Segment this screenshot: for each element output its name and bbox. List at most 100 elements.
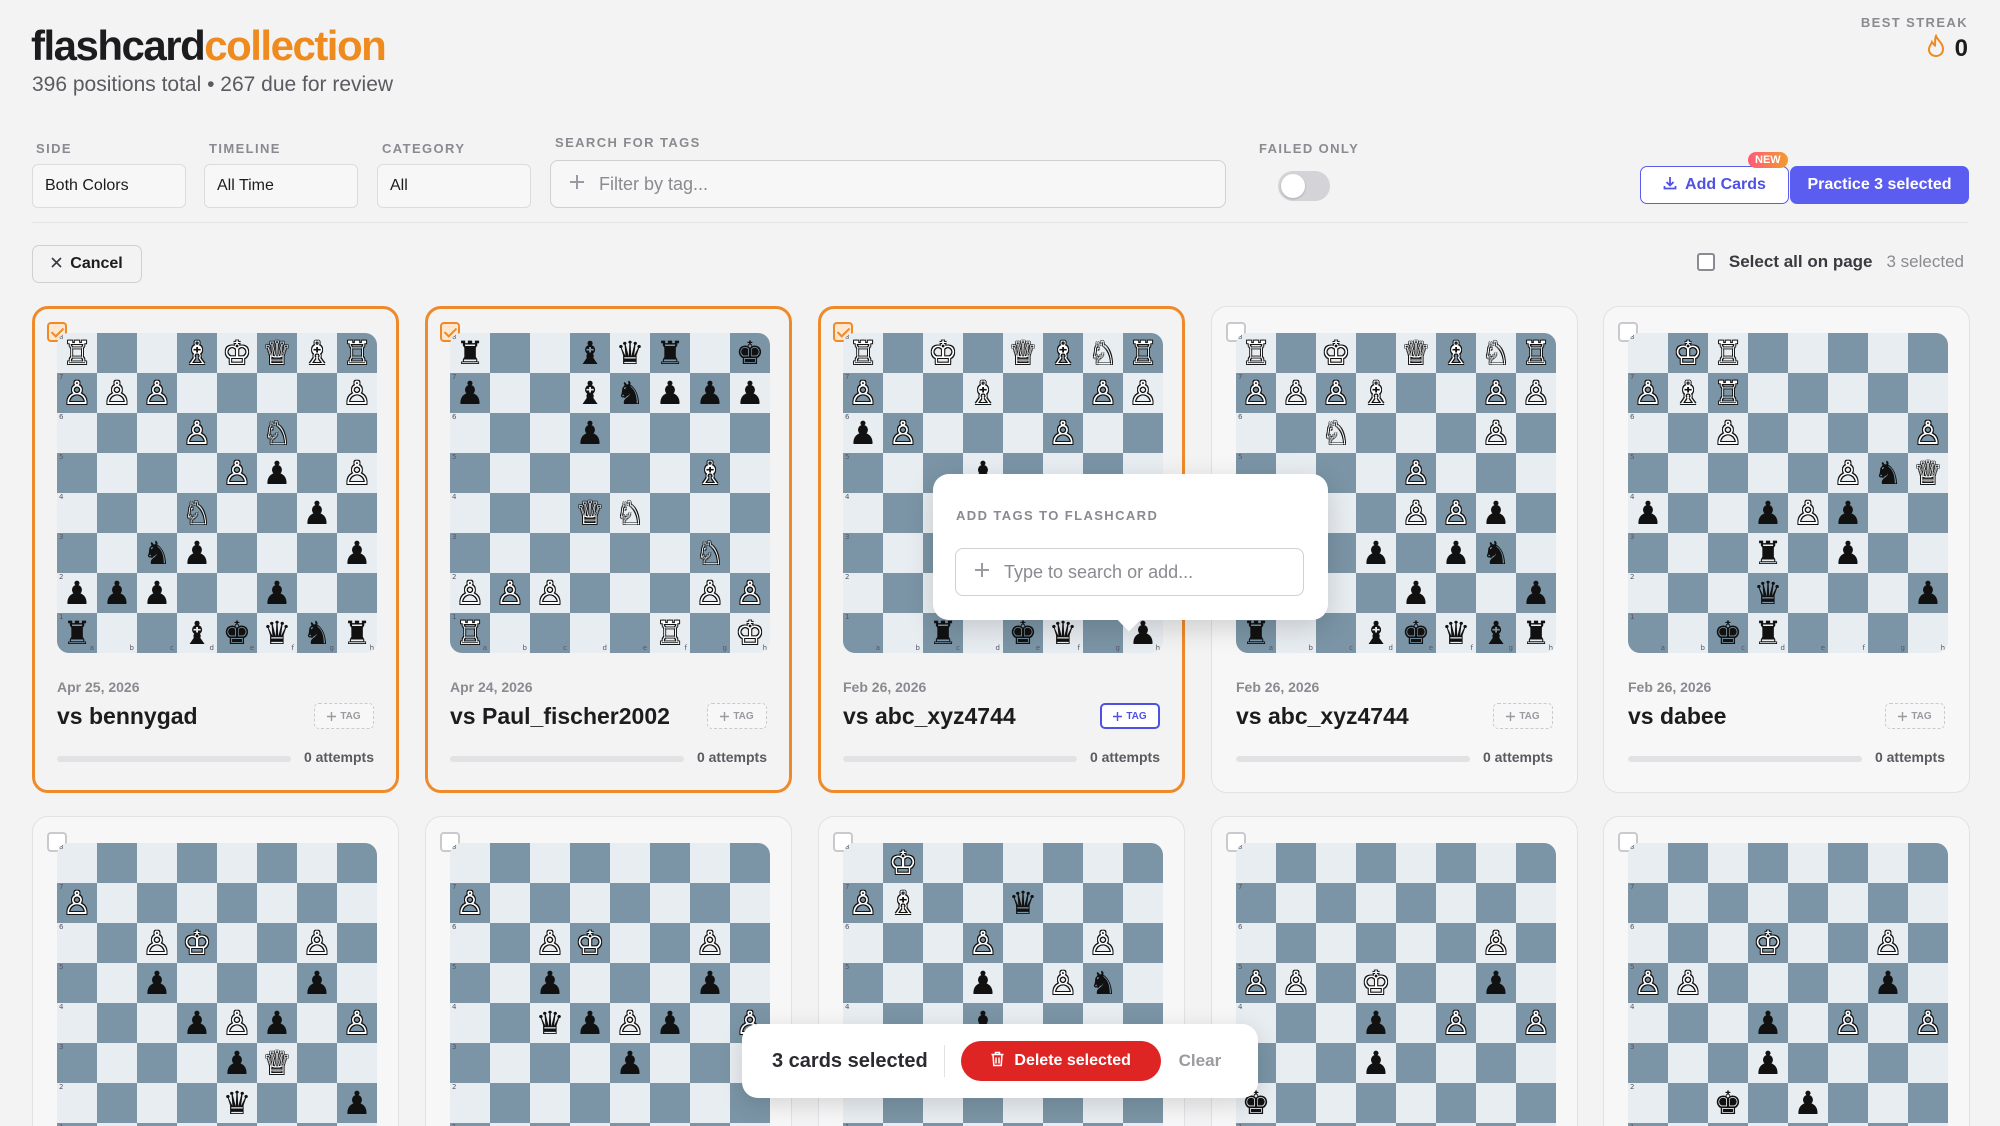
add-tag-button[interactable]: TAG — [1493, 703, 1553, 729]
chess-board[interactable]: 87♙6♙♔♙5♟♟4♟♙♟♙3♟♕2♛♟1abcdefgh — [57, 843, 377, 1126]
white-pawn-icon: ♙ — [848, 884, 878, 922]
add-tag-button[interactable]: TAG — [314, 703, 374, 729]
board-square — [1436, 1083, 1476, 1123]
board-square: ♙ — [1668, 963, 1708, 1003]
black-pawn-icon: ♟ — [1401, 574, 1431, 612]
white-pawn-icon: ♙ — [848, 374, 878, 412]
white-pawn-icon: ♙ — [695, 574, 725, 612]
black-pawn-icon: ♟ — [1521, 574, 1551, 612]
white-pawn-icon: ♙ — [1241, 374, 1271, 412]
board-square: ♙ — [137, 923, 177, 963]
card-date: Feb 26, 2026 — [1628, 679, 1712, 695]
rank-label: 5 — [452, 453, 457, 461]
board-square — [883, 533, 923, 573]
flashcard[interactable]: 8 ♔ ♖ 7 ♙ ♗ ♖ 6 ♙ ♙ 5 ♙ ♞ ♕ 4 ♟ ♟ ♙ ♟ 3 ♜ ♟ 2 ♛ ♟ 1 a b c ♚ d ♜ e f g h Feb … — [1603, 306, 1970, 793]
flashcard[interactable]: 8 ♖ ♗ ♔ ♕ ♗ ♖ 7 ♙ ♙ ♙ ♙ 6 ♙ ♘ 5 ♙ ♟ ♙ 4 ♘ ♟ 3 ♞ ♟ ♟ 2 ♟ ♟ ♟ ♟ 1 a ♜ b c d ♝ e ♚… — [32, 306, 399, 793]
board-square: h ♔ — [730, 613, 770, 653]
progress-bar — [843, 756, 1077, 762]
board-square — [177, 843, 217, 883]
chess-board[interactable]: 8 ♔ ♖ 7 ♙ ♗ ♖ 6 ♙ ♙ 5 ♙ ♞ ♕ 4 ♟ ♟ ♙ ♟ 3 ♜ ♟ 2 ♛ ♟ 1 a b c ♚ d ♜ e f g h — [1628, 333, 1948, 653]
board-square: h — [1908, 613, 1948, 653]
board-square — [530, 453, 570, 493]
board-square — [217, 843, 257, 883]
timeline-label: TIMELINE — [209, 141, 281, 156]
flashcard[interactable]: 8 ♜ ♝ ♛ ♜ ♚ 7 ♟ ♝ ♞ ♟ ♟ ♟ 6 ♟ 5 ♗ 4 ♕ ♘ 3 ♘ 2 ♙ ♙ ♙ ♙ ♙ 1 a ♖ b c d e f ♖ g h ♔… — [425, 306, 792, 793]
board-square: 8 ♖ — [843, 333, 883, 373]
tag-search-input[interactable]: Filter by tag... — [550, 160, 1226, 208]
white-pawn-icon: ♙ — [1833, 454, 1863, 492]
chess-board[interactable]: 876♔♙5♙♙♟4♟♙♙3♟2♚♟1abcdefgh — [1628, 843, 1948, 1126]
select-all-checkbox[interactable] — [1696, 253, 1715, 271]
tag-add-input[interactable]: Type to search or add... — [955, 548, 1304, 596]
board-square — [337, 1043, 377, 1083]
clear-selection-button[interactable]: Clear — [1179, 1051, 1222, 1071]
flashcard[interactable]: 876♔♙5♙♙♟4♟♙♙3♟2♚♟1abcdefgh — [1603, 816, 1970, 1126]
flashcard[interactable]: 87♙6♙♔♙5♟♟4♛♟♙♟♙3♟21abcdefgh — [425, 816, 792, 1126]
file-label: e — [249, 644, 254, 652]
add-tag-button[interactable]: TAG — [1885, 703, 1945, 729]
flashcard[interactable]: 876♙5♙♙♔♟4♟♙♙3♟2♚1abcdefgh — [1211, 816, 1578, 1126]
board-square: ♙ — [1908, 413, 1948, 453]
board-square: 2 — [1628, 573, 1668, 613]
flashcard[interactable]: 87♙6♙♔♙5♟♟4♟♙♟♙3♟♕2♛♟1abcdefgh — [32, 816, 399, 1126]
white-pawn-icon: ♙ — [1633, 374, 1663, 412]
rank-label: 5 — [59, 453, 64, 461]
board-square — [1476, 843, 1516, 883]
board-square: 3 — [57, 1043, 97, 1083]
board-square — [923, 843, 963, 883]
add-tag-button[interactable]: TAG — [707, 703, 767, 729]
black-queen-icon: ♛ — [535, 1004, 565, 1042]
chess-board[interactable]: 876♙5♙♙♔♟4♟♙♙3♟2♚1abcdefgh — [1236, 843, 1556, 1126]
file-label: a — [875, 644, 880, 652]
board-square — [690, 333, 730, 373]
chess-board[interactable]: 8 ♖ ♗ ♔ ♕ ♗ ♖ 7 ♙ ♙ ♙ ♙ 6 ♙ ♘ 5 ♙ ♟ ♙ 4 ♘ ♟ 3 ♞ ♟ ♟ 2 ♟ ♟ ♟ ♟ 1 a ♜ b c d ♝ e ♚… — [57, 333, 377, 653]
rank-label: 2 — [1630, 573, 1635, 581]
board-square: ♖ — [1516, 333, 1556, 373]
file-label: h — [1940, 644, 1945, 652]
board-square — [730, 533, 770, 573]
white-pawn-icon: ♙ — [1401, 494, 1431, 532]
side-select[interactable]: Both Colors — [32, 164, 186, 208]
file-label: f — [1862, 644, 1865, 652]
select-all-label[interactable]: Select all on page — [1729, 252, 1873, 272]
file-label: c — [956, 644, 960, 652]
flame-icon — [1925, 33, 1947, 63]
progress-bar — [1236, 756, 1470, 762]
chess-board[interactable]: 8 ♜ ♝ ♛ ♜ ♚ 7 ♟ ♝ ♞ ♟ ♟ ♟ 6 ♟ 5 ♗ 4 ♕ ♘ 3 ♘ 2 ♙ ♙ ♙ ♙ ♙ 1 a ♖ b c d e f ♖ g h ♔ — [450, 333, 770, 653]
board-square — [1828, 843, 1868, 883]
chess-board[interactable]: 87♙6♙♔♙5♟♟4♛♟♙♟♙3♟21abcdefgh — [450, 843, 770, 1126]
white-pawn-icon: ♙ — [1481, 374, 1511, 412]
white-pawn-icon: ♙ — [1441, 494, 1471, 532]
rank-label: 4 — [59, 1003, 64, 1011]
file-label: a — [1268, 644, 1273, 652]
board-square: 4 — [57, 493, 97, 533]
add-tag-button[interactable]: TAG — [1100, 703, 1160, 729]
black-rook-icon: ♜ — [1753, 534, 1783, 572]
rank-label: 4 — [1630, 1003, 1635, 1011]
failed-only-toggle[interactable] — [1278, 171, 1330, 201]
category-select[interactable]: All — [377, 164, 531, 208]
board-square — [1276, 1043, 1316, 1083]
practice-selected-button[interactable]: Practice 3 selected — [1790, 166, 1969, 204]
board-square: 7 ♙ — [1628, 373, 1668, 413]
board-square — [1788, 1003, 1828, 1043]
board-square: ♙ — [883, 413, 923, 453]
board-square — [297, 1003, 337, 1043]
board-square — [650, 493, 690, 533]
board-square — [490, 1003, 530, 1043]
rank-label: 8 — [1630, 843, 1635, 851]
black-pawn-icon: ♟ — [222, 1044, 252, 1082]
board-square — [530, 493, 570, 533]
file-label: b — [1700, 644, 1705, 652]
board-square — [1868, 333, 1908, 373]
timeline-select[interactable]: All Time — [204, 164, 358, 208]
delete-selected-button[interactable]: Delete selected — [960, 1041, 1161, 1081]
board-square — [1083, 413, 1123, 453]
rank-label: 5 — [1238, 963, 1243, 971]
cancel-button[interactable]: Cancel — [32, 245, 142, 283]
board-square — [337, 963, 377, 1003]
board-square: ♟ — [730, 373, 770, 413]
add-cards-button[interactable]: Add Cards — [1640, 166, 1789, 204]
rank-label: 3 — [1630, 533, 1635, 541]
white-bishop-icon: ♗ — [302, 334, 332, 372]
